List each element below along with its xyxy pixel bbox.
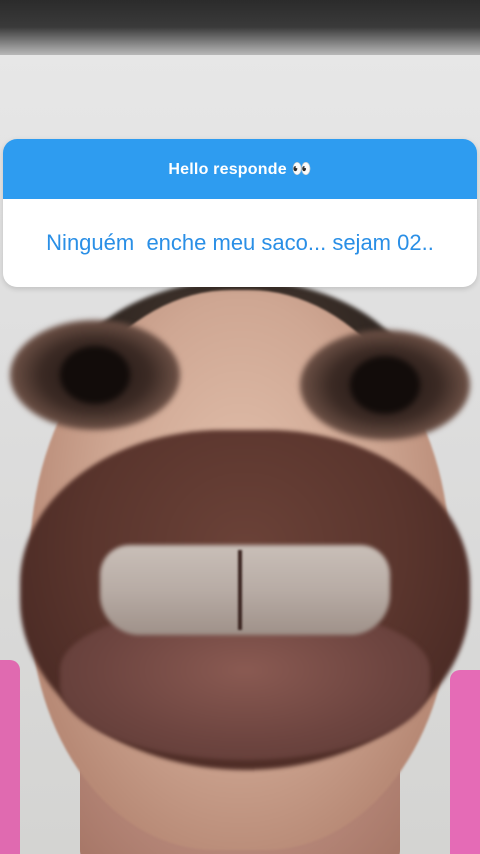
question-prompt: Hello responde 👀: [3, 139, 477, 199]
left-eye: [10, 320, 180, 430]
right-eye: [300, 330, 470, 440]
top-strap-right: [450, 670, 480, 854]
top-strap-left: [0, 660, 20, 854]
teeth: [100, 545, 390, 635]
tooth-gap: [238, 550, 242, 630]
question-answer: Ninguém enche meu saco... sejam 02..: [3, 199, 477, 287]
left-pupil: [60, 346, 130, 404]
story-screen: Hello responde 👀 Ninguém enche meu saco.…: [0, 0, 480, 854]
right-pupil: [350, 356, 420, 414]
question-sticker[interactable]: Hello responde 👀 Ninguém enche meu saco.…: [3, 139, 477, 287]
ceiling: [0, 0, 480, 60]
